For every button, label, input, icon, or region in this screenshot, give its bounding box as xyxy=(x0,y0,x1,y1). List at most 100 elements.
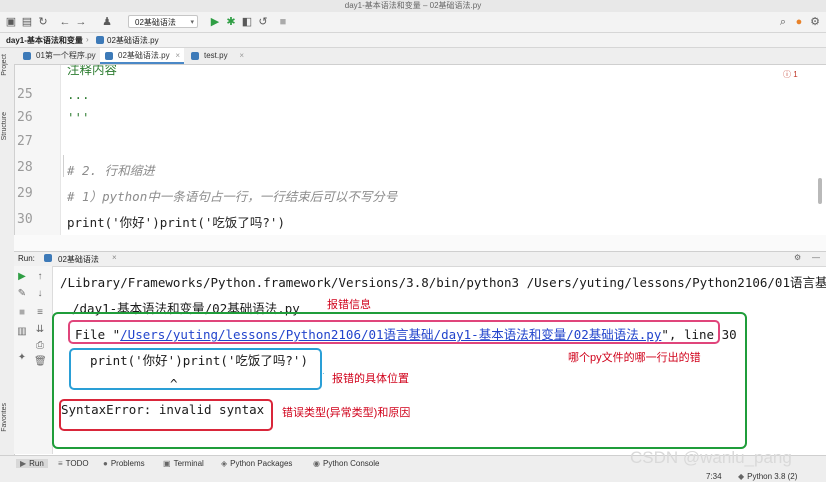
sync-icon[interactable]: ↻ xyxy=(36,15,50,29)
window-title: day1-基本语法和变量 – 02基础语法.py xyxy=(344,1,482,10)
save-icon[interactable]: ▤ xyxy=(20,15,34,29)
tab-02-basic-syntax[interactable]: 02基础语法.py × xyxy=(100,48,184,64)
list-icon: ≡ xyxy=(58,459,63,468)
debug-icon[interactable]: ✱ xyxy=(224,15,238,29)
python-console-icon: ◉ xyxy=(313,459,320,468)
breadcrumb-separator: › xyxy=(86,35,89,44)
rerun-icon[interactable]: ▶ xyxy=(16,271,28,282)
status-python-console[interactable]: ◉ Python Console xyxy=(313,459,379,468)
close-icon[interactable]: × xyxy=(89,48,94,64)
status-run-label: Run xyxy=(29,459,44,468)
interpreter-select[interactable]: ◆ Python 3.8 (2) xyxy=(738,472,797,481)
run-icon[interactable]: ▶ xyxy=(208,15,222,29)
interpreter-label: Python 3.8 (2) xyxy=(747,472,798,481)
packages-icon: ◈ xyxy=(221,459,228,468)
status-console-label: Python Console xyxy=(322,459,380,468)
stop-icon[interactable]: ■ xyxy=(276,15,290,29)
profile-icon[interactable]: ↺ xyxy=(256,15,270,29)
annotation-box-file-line xyxy=(68,320,720,344)
problems-icon: ● xyxy=(103,459,108,468)
arrow-up-icon[interactable]: ↑ xyxy=(34,271,46,282)
back-arrow-icon[interactable]: ← xyxy=(58,15,72,29)
annotation-error-info: 报错信息 xyxy=(327,299,371,311)
status-run[interactable]: ▶ Run xyxy=(16,459,48,468)
status-packages-label: Python Packages xyxy=(230,459,293,468)
status-todo[interactable]: ≡ TODO xyxy=(58,459,89,468)
python-icon: ◆ xyxy=(738,472,745,481)
left-tool-strip: Project Structure Favorites xyxy=(0,48,15,455)
code-line: ''' xyxy=(67,110,90,125)
wrap-lines-icon[interactable]: ≡ xyxy=(34,307,46,318)
python-file-icon xyxy=(96,36,104,44)
breadcrumb-file[interactable]: 02基础语法.py xyxy=(107,35,159,46)
tab-label: test.py xyxy=(204,51,228,60)
wrench-icon[interactable]: ✎ xyxy=(16,288,28,299)
code-line: # 1）python中一条语句占一行，一行结束后可以不写分号 xyxy=(67,189,398,204)
search-icon[interactable]: ⌕ xyxy=(776,15,790,29)
code-line: 注释内容 xyxy=(67,65,118,77)
project-panel-toggle[interactable]: Project xyxy=(1,54,8,76)
coverage-icon[interactable]: ◧ xyxy=(240,15,254,29)
breadcrumb-project[interactable]: day1-基本语法和变量 xyxy=(6,35,83,46)
annotation-which-line: 哪个py文件的哪一行出的错 xyxy=(568,352,701,364)
error-icon: ⓘ xyxy=(783,70,791,79)
pin-icon[interactable]: ✦ xyxy=(16,352,28,363)
run-label: Run: xyxy=(18,254,35,263)
annotation-box-position xyxy=(69,348,322,390)
forward-arrow-icon[interactable]: → xyxy=(74,15,88,29)
trash-icon[interactable]: 🗑 xyxy=(34,356,47,367)
editor-tabs: 01第一个程序.py × 02基础语法.py × test.py × xyxy=(14,48,826,65)
favorites-panel-toggle[interactable]: Favorites xyxy=(1,403,8,432)
code-line: ... xyxy=(67,87,90,102)
breadcrumb: day1-基本语法和变量 › 02基础语法.py xyxy=(0,33,826,48)
status-problems-label: Problems xyxy=(110,459,145,468)
layout-icon[interactable]: ▥ xyxy=(16,326,28,337)
code-line: # 2. 行和缩进 xyxy=(67,163,155,178)
python-file-icon xyxy=(23,52,31,60)
status-terminal-label: Terminal xyxy=(173,459,204,468)
status-problems[interactable]: ● Problems xyxy=(103,459,145,468)
close-icon[interactable]: × xyxy=(112,253,117,262)
run-tools-column: ▶ ↑ ✎ ↓ ■ ≡ ▥ ⇊ ⎙ ✦ 🗑 xyxy=(14,266,53,454)
title-bar: day1-基本语法和变量 – 02基础语法.py xyxy=(0,0,826,12)
python-file-icon xyxy=(191,52,199,60)
annotation-error-type: 错误类型(异常类型)和原因 xyxy=(282,407,411,419)
console-command-line: /Library/Frameworks/Python.framework/Ver… xyxy=(60,275,826,290)
settings-gear-icon[interactable]: ⚙ xyxy=(794,253,801,262)
error-count[interactable]: ⓘ 1 xyxy=(783,69,798,80)
close-icon[interactable]: × xyxy=(175,48,180,64)
settings-gear-icon[interactable]: ⚙ xyxy=(808,15,822,29)
folder-icon[interactable]: ▣ xyxy=(4,15,18,29)
minimize-icon[interactable]: — xyxy=(812,253,820,262)
status-todo-label: TODO xyxy=(65,459,89,468)
editor-scrollbar[interactable] xyxy=(818,178,822,204)
error-count-value: 1 xyxy=(793,70,798,79)
close-icon[interactable]: × xyxy=(239,48,244,64)
run-tab-label[interactable]: 02基础语法 xyxy=(58,254,99,265)
code-line: print('你好')print('吃饭了吗?') xyxy=(67,215,285,230)
run-config-select[interactable]: 02基础语法 ▾ xyxy=(128,15,198,28)
scroll-end-icon[interactable]: ⇊ xyxy=(34,324,46,335)
update-icon[interactable]: ● xyxy=(792,15,806,29)
tab-label: 02基础语法.py xyxy=(118,51,170,60)
structure-panel-toggle[interactable]: Structure xyxy=(1,112,8,140)
annotation-dot: · xyxy=(322,369,325,378)
arrow-down-icon[interactable]: ↓ xyxy=(34,288,46,299)
tab-test[interactable]: test.py × xyxy=(186,48,248,64)
stop-icon[interactable]: ■ xyxy=(16,307,28,318)
status-terminal[interactable]: ▣ Terminal xyxy=(163,459,204,468)
main-toolbar: ▣ ▤ ↻ ← → ♟ 02基础语法 ▾ ▶ ✱ ◧ ↺ ■ ⌕ ● ⚙ xyxy=(0,12,826,33)
cursor-position[interactable]: 7:34 xyxy=(706,472,722,481)
watermark: CSDN @wanlu_pang xyxy=(630,448,792,467)
terminal-icon: ▣ xyxy=(163,459,171,468)
run-panel-header: Run: 02基础语法 × ⚙ — xyxy=(14,251,826,267)
python-file-icon xyxy=(44,254,52,262)
annotation-position: 报错的具体位置 xyxy=(332,373,409,385)
editor-footer xyxy=(14,235,826,251)
user-icon[interactable]: ♟ xyxy=(100,15,114,29)
tab-01-first-program[interactable]: 01第一个程序.py × xyxy=(18,48,98,64)
code-editor[interactable]: 注释内容 ... ''' # 2. 行和缩进 # 1）python中一条语句占一… xyxy=(61,65,818,235)
print-icon[interactable]: ⎙ xyxy=(34,340,46,351)
chevron-down-icon: ▾ xyxy=(190,19,194,26)
status-python-packages[interactable]: ◈ Python Packages xyxy=(221,459,292,468)
